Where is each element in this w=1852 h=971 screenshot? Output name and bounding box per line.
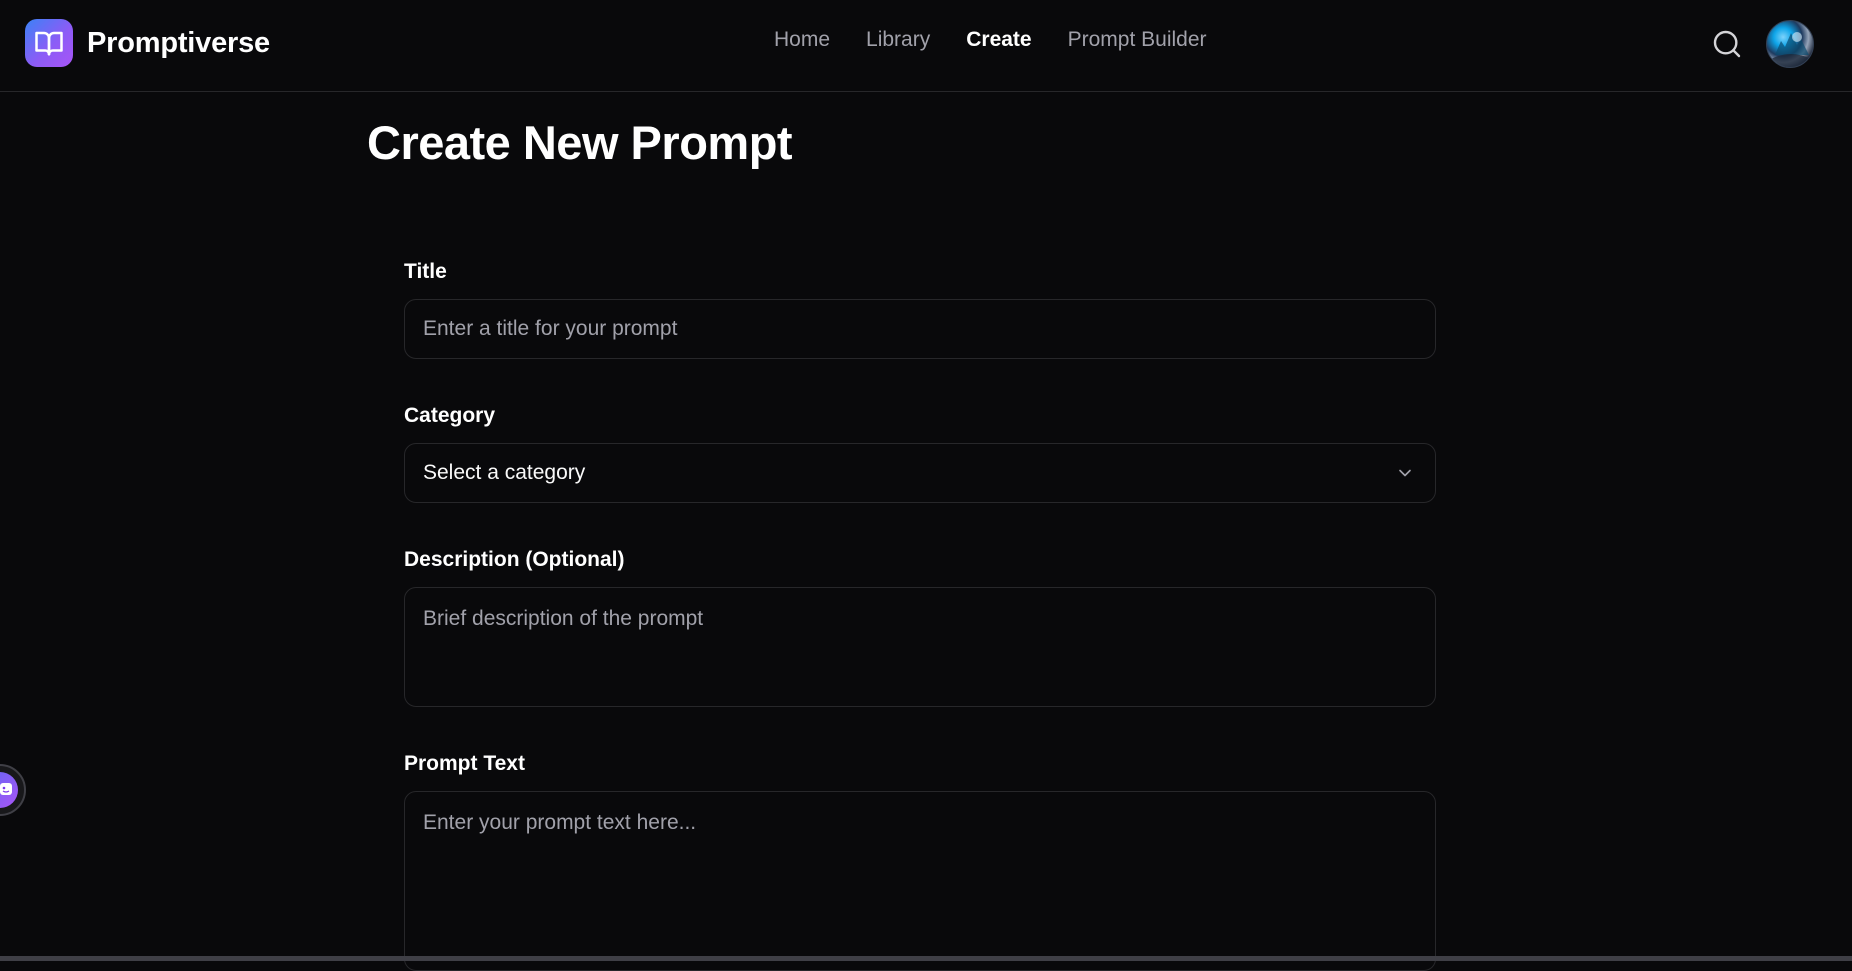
- chevron-down-icon: [1395, 463, 1415, 483]
- title-input[interactable]: [404, 299, 1436, 359]
- prompt-text-textarea[interactable]: [404, 791, 1436, 971]
- top-navbar: Promptiverse Home Library Create Prompt …: [0, 0, 1852, 92]
- book-open-icon: [25, 19, 73, 67]
- category-selected-value: Select a category: [423, 461, 586, 484]
- nav-create[interactable]: Create: [966, 28, 1031, 52]
- prompt-text-label: Prompt Text: [404, 752, 525, 775]
- main-nav: Home Library Create Prompt Builder: [774, 28, 1243, 52]
- user-avatar[interactable]: [1766, 20, 1814, 68]
- category-select[interactable]: Select a category: [404, 443, 1436, 503]
- search-icon[interactable]: [1711, 28, 1743, 60]
- title-label: Title: [404, 260, 447, 283]
- brand-name: Promptiverse: [87, 26, 270, 59]
- nav-prompt-builder[interactable]: Prompt Builder: [1068, 28, 1207, 52]
- category-label: Category: [404, 404, 496, 427]
- description-textarea[interactable]: [404, 587, 1436, 707]
- bottom-scroll-edge: [0, 956, 1852, 961]
- nav-library[interactable]: Library: [866, 28, 930, 52]
- chat-bot-icon: [0, 772, 18, 808]
- brand[interactable]: Promptiverse: [25, 19, 270, 67]
- description-label: Description (Optional): [404, 548, 625, 571]
- page-title: Create New Prompt: [367, 116, 793, 169]
- nav-home[interactable]: Home: [774, 28, 830, 52]
- chat-widget-button[interactable]: [0, 764, 26, 816]
